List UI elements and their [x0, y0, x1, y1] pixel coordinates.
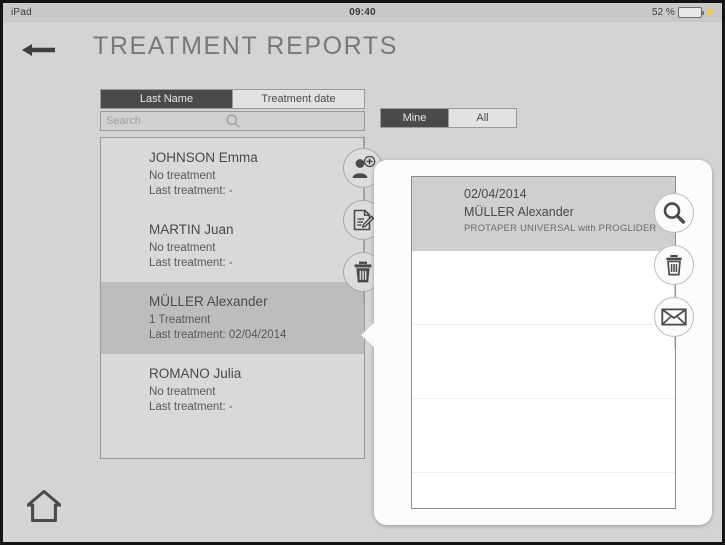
patient-treatment-count: No treatment [149, 170, 216, 182]
home-button[interactable] [27, 490, 61, 522]
email-report-button[interactable] [654, 297, 694, 337]
list-item[interactable] [412, 399, 675, 473]
patient-panel: Last Name Treatment date Search JOHNSON … [100, 89, 365, 459]
rail-connector [673, 233, 675, 245]
sort-segmented-control: Last Name Treatment date [100, 89, 365, 109]
rail-connector [362, 136, 364, 148]
list-item[interactable]: 02/04/2014 MÜLLER Alexander PROTAPER UNI… [412, 177, 675, 251]
trash-icon [354, 261, 372, 283]
add-person-icon [352, 156, 376, 178]
owner-tab-all[interactable]: All [448, 109, 516, 127]
rail-connector [673, 285, 675, 297]
trash-icon [666, 255, 682, 276]
patient-last-treatment: Last treatment: - [149, 257, 233, 269]
page-title: TREATMENT REPORTS [93, 32, 399, 60]
status-bar: iPad 09:40 52 % ⚡ [3, 3, 722, 22]
search-placeholder: Search [106, 115, 141, 127]
search-icon [225, 114, 240, 129]
status-bar-clock: 09:40 [349, 7, 376, 18]
ipad-screen: iPad 09:40 52 % ⚡ TREATMENT REPORTS Last… [0, 0, 725, 545]
home-icon [27, 490, 61, 522]
report-action-rail [654, 181, 694, 349]
table-row[interactable]: MÜLLER Alexander 1 Treatment Last treatm… [101, 282, 364, 354]
back-arrow-icon[interactable] [21, 42, 57, 58]
patient-name: MARTIN Juan [149, 222, 234, 237]
report-description: PROTAPER UNIVERSAL with PROGLIDER [464, 223, 657, 234]
delete-report-button[interactable] [654, 245, 694, 285]
rail-connector [673, 181, 675, 193]
rail-connector [362, 188, 364, 200]
table-row[interactable]: MARTIN Juan No treatment Last treatment:… [101, 210, 364, 282]
patient-name: MÜLLER Alexander [149, 294, 268, 309]
status-bar-right-group: 52 % ⚡ [652, 7, 716, 18]
title-bar: TREATMENT REPORTS [3, 22, 722, 74]
patient-last-treatment: Last treatment: 02/04/2014 [149, 329, 287, 341]
battery-percent-label: 52 % [651, 7, 675, 18]
report-patient-name: MÜLLER Alexander [464, 205, 574, 219]
report-list[interactable]: 02/04/2014 MÜLLER Alexander PROTAPER UNI… [411, 176, 676, 509]
lightning-bolt-icon: ⚡ [704, 7, 716, 17]
search-input[interactable]: Search [100, 111, 365, 131]
patient-last-treatment: Last treatment: - [149, 401, 233, 413]
mail-icon [661, 308, 687, 326]
list-item[interactable] [412, 251, 675, 325]
patient-name: JOHNSON Emma [149, 150, 258, 165]
patient-name: ROMANO Julia [149, 366, 242, 381]
search-icon [663, 202, 686, 224]
patient-treatment-count: No treatment [149, 242, 216, 254]
sort-tab-last-name[interactable]: Last Name [101, 90, 232, 108]
patient-treatment-count: 1 Treatment [149, 314, 211, 326]
rail-connector [362, 240, 364, 252]
table-row[interactable]: ROMANO Julia No treatment Last treatment… [101, 354, 364, 426]
rail-connector [362, 292, 364, 304]
table-row[interactable]: JOHNSON Emma No treatment Last treatment… [101, 138, 364, 210]
sort-tab-treatment-date[interactable]: Treatment date [232, 90, 364, 108]
patient-list[interactable]: JOHNSON Emma No treatment Last treatment… [100, 137, 365, 459]
patient-last-treatment: Last treatment: - [149, 185, 233, 197]
patient-treatment-count: No treatment [149, 386, 216, 398]
owner-segmented-control: Mine All [380, 108, 517, 128]
rail-connector [673, 337, 675, 349]
view-report-button[interactable] [654, 193, 694, 233]
report-date: 02/04/2014 [464, 187, 527, 201]
edit-document-icon [353, 209, 375, 231]
popover-arrow [361, 322, 375, 348]
list-item[interactable] [412, 325, 675, 399]
battery-icon [677, 7, 704, 18]
owner-tab-mine[interactable]: Mine [381, 109, 448, 127]
